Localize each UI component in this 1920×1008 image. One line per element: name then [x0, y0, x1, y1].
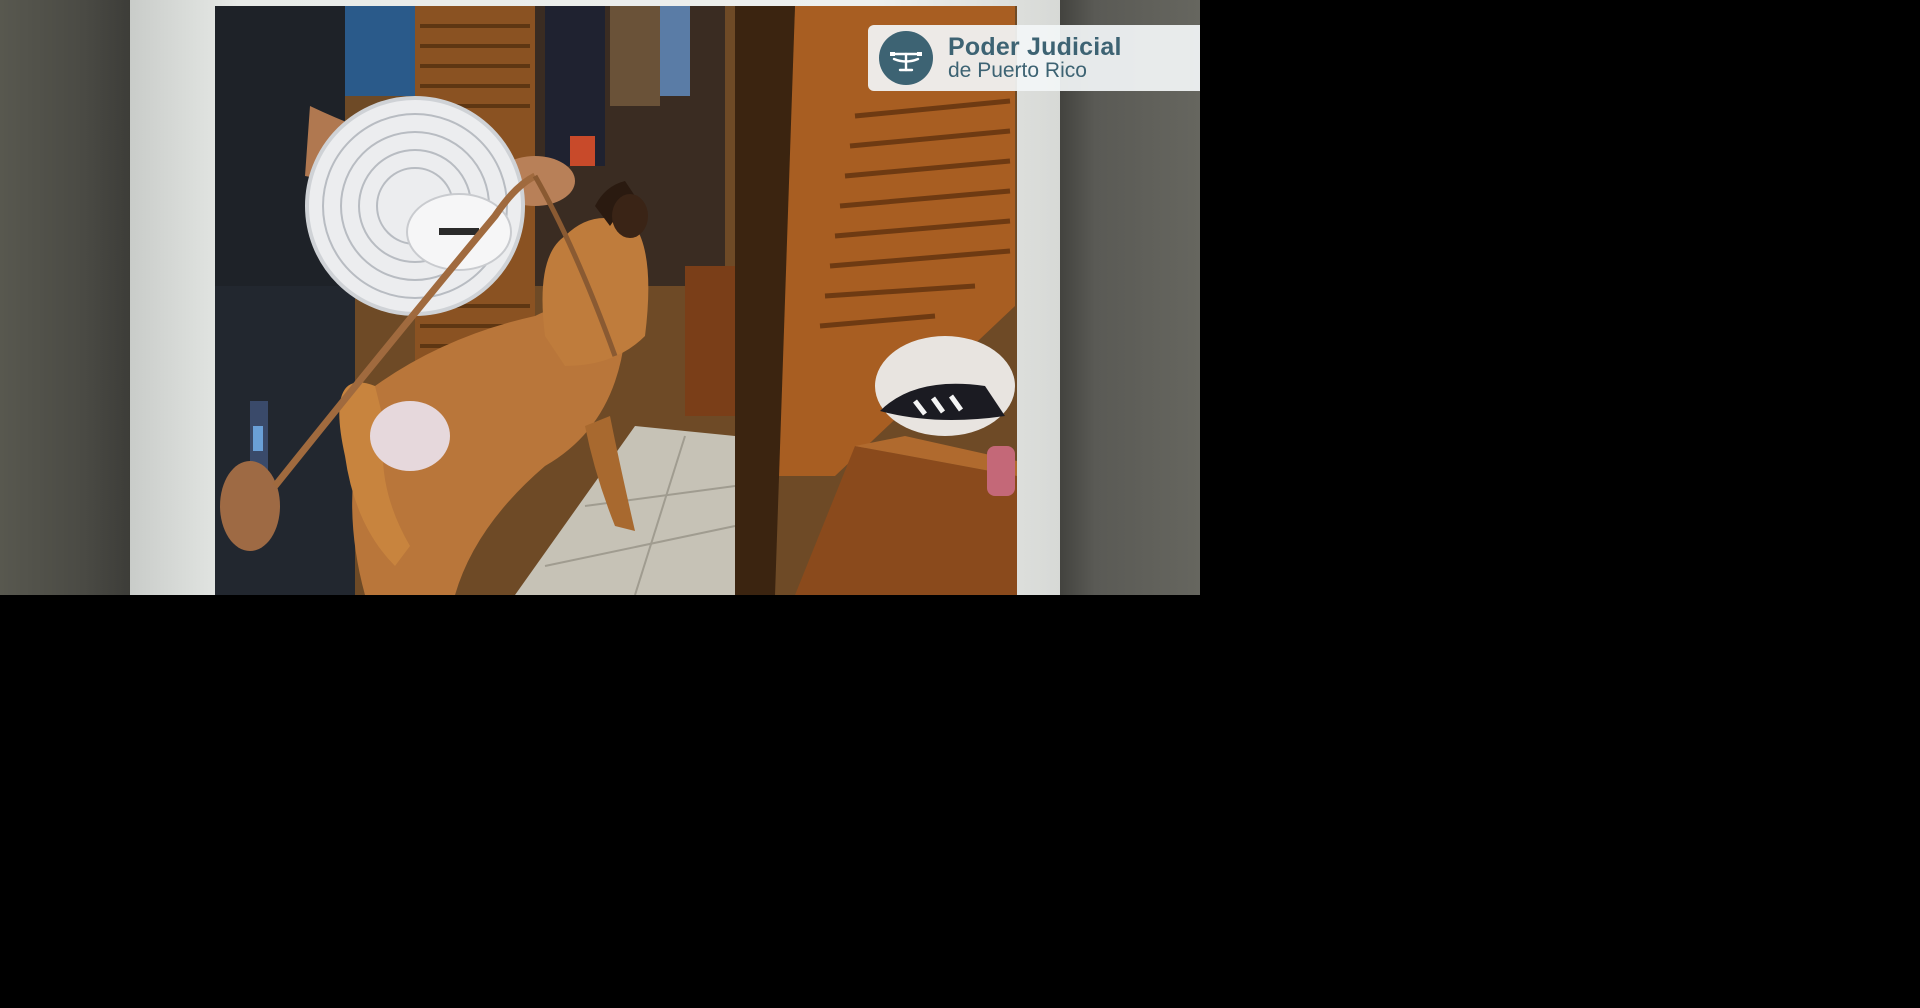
watermark-logo: Poder Judicial de Puerto Rico: [868, 25, 1200, 91]
scales-of-justice-icon: [879, 31, 933, 85]
watermark-line1: Poder Judicial: [948, 32, 1122, 61]
evidence-photo-scene: [215, 6, 1017, 595]
fan-brand-label: [439, 228, 479, 235]
evidence-photo: [215, 6, 1017, 595]
wall-left: [0, 0, 140, 595]
video-frame: Poder Judicial de Puerto Rico: [0, 0, 1200, 595]
watermark-text: Poder Judicial de Puerto Rico: [948, 34, 1122, 82]
watermark-line2: de Puerto Rico: [948, 59, 1087, 83]
